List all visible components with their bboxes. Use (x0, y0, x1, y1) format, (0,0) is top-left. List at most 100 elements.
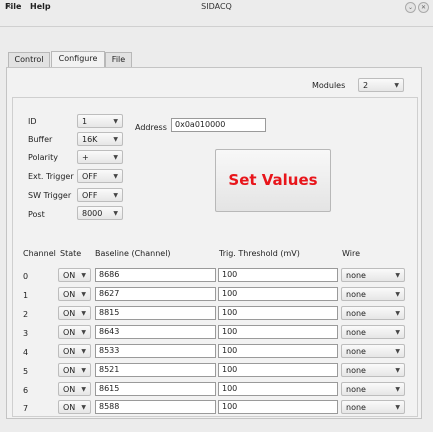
threshold-field[interactable]: 100 (218, 325, 338, 339)
minimize-icon[interactable]: ⌄ (405, 2, 416, 13)
dropdown-arrow-icon: ▼ (395, 272, 400, 279)
dropdown-arrow-icon: ▼ (81, 404, 86, 411)
wire-select[interactable]: none ▼ (341, 268, 405, 282)
dropdown-arrow-icon: ▼ (113, 210, 118, 217)
baseline-field[interactable]: 8686 (95, 268, 216, 282)
threshold-field[interactable]: 100 (218, 344, 338, 358)
dropdown-arrow-icon: ▼ (81, 291, 86, 298)
dropdown-arrow-icon: ▼ (113, 192, 118, 199)
channel-number: 3 (23, 329, 29, 338)
dropdown-arrow-icon: ▼ (395, 404, 400, 411)
state-value: ON (63, 290, 76, 299)
state-select[interactable]: ON ▼ (58, 268, 91, 282)
dropdown-arrow-icon: ▼ (81, 310, 86, 317)
threshold-field[interactable]: 100 (218, 382, 338, 396)
post-select[interactable]: 8000 ▼ (77, 206, 123, 220)
ext-trigger-value: OFF (82, 172, 98, 181)
dropdown-arrow-icon: ▼ (395, 348, 400, 355)
ext-trigger-label: Ext. Trigger (28, 172, 74, 181)
dropdown-arrow-icon: ▼ (81, 348, 86, 355)
dropdown-arrow-icon: ▼ (395, 310, 400, 317)
polarity-select[interactable]: + ▼ (77, 150, 123, 164)
wire-value: none (346, 366, 366, 375)
state-select[interactable]: ON ▼ (58, 306, 91, 320)
wire-select[interactable]: none ▼ (341, 325, 405, 339)
tab-configure[interactable]: Configure (51, 51, 105, 68)
channel-number: 4 (23, 348, 29, 357)
threshold-field[interactable]: 100 (218, 363, 338, 377)
wire-select[interactable]: none ▼ (341, 306, 405, 320)
threshold-field[interactable]: 100 (218, 306, 338, 320)
baseline-field[interactable]: 8521 (95, 363, 216, 377)
baseline-field[interactable]: 8533 (95, 344, 216, 358)
menu-file[interactable]: File (5, 2, 21, 11)
baseline-field[interactable]: 8643 (95, 325, 216, 339)
dropdown-arrow-icon: ▼ (81, 329, 86, 336)
header-state: State (60, 249, 82, 258)
id-select[interactable]: 1 ▼ (77, 114, 123, 128)
header-wire: Wire (342, 249, 360, 258)
ext-trigger-select[interactable]: OFF ▼ (77, 169, 123, 183)
close-icon[interactable]: ✕ (418, 2, 429, 13)
dropdown-arrow-icon: ▼ (113, 136, 118, 143)
modules-select[interactable]: 2 ▼ (358, 78, 404, 92)
sw-trigger-select[interactable]: OFF ▼ (77, 188, 123, 202)
baseline-field[interactable]: 8615 (95, 382, 216, 396)
state-select[interactable]: ON ▼ (58, 400, 91, 414)
baseline-field[interactable]: 8627 (95, 287, 216, 301)
address-label: Address (135, 123, 167, 132)
dropdown-arrow-icon: ▼ (113, 173, 118, 180)
tab-file[interactable]: File (105, 52, 132, 67)
state-value: ON (63, 366, 76, 375)
channel-number: 2 (23, 310, 29, 319)
state-value: ON (63, 403, 76, 412)
wire-select[interactable]: none ▼ (341, 287, 405, 301)
wire-select[interactable]: none ▼ (341, 363, 405, 377)
set-values-button[interactable]: Set Values (215, 149, 331, 212)
state-select[interactable]: ON ▼ (58, 325, 91, 339)
tab-control[interactable]: Control (8, 52, 50, 67)
dropdown-arrow-icon: ▼ (81, 367, 86, 374)
state-select[interactable]: ON ▼ (58, 382, 91, 396)
dropdown-arrow-icon: ▼ (395, 367, 400, 374)
channel-number: 6 (23, 386, 29, 395)
window-title: SIDACQ (201, 2, 232, 11)
buffer-value: 16K (82, 135, 98, 144)
state-value: ON (63, 328, 76, 337)
baseline-field[interactable]: 8588 (95, 400, 216, 414)
state-select[interactable]: ON ▼ (58, 287, 91, 301)
id-value: 1 (82, 117, 88, 126)
dropdown-arrow-icon: ▼ (81, 386, 86, 393)
menu-bar (0, 13, 433, 27)
wire-value: none (346, 309, 366, 318)
dropdown-arrow-icon: ▼ (113, 154, 118, 161)
polarity-value: + (82, 153, 89, 162)
wire-value: none (346, 271, 366, 280)
state-value: ON (63, 347, 76, 356)
wire-value: none (346, 347, 366, 356)
wire-value: none (346, 385, 366, 394)
modules-value: 2 (363, 81, 369, 90)
state-select[interactable]: ON ▼ (58, 363, 91, 377)
wire-select[interactable]: none ▼ (341, 344, 405, 358)
threshold-field[interactable]: 100 (218, 287, 338, 301)
menu-help[interactable]: Help (30, 2, 51, 11)
threshold-field[interactable]: 100 (218, 400, 338, 414)
sw-trigger-value: OFF (82, 191, 98, 200)
id-label: ID (28, 117, 37, 126)
baseline-field[interactable]: 8815 (95, 306, 216, 320)
wire-select[interactable]: none ▼ (341, 400, 405, 414)
post-value: 8000 (82, 209, 103, 218)
dropdown-arrow-icon: ▼ (395, 291, 400, 298)
dropdown-arrow-icon: ▼ (395, 386, 400, 393)
state-select[interactable]: ON ▼ (58, 344, 91, 358)
modules-label: Modules (312, 81, 346, 90)
channel-number: 1 (23, 291, 29, 300)
threshold-field[interactable]: 100 (218, 268, 338, 282)
post-label: Post (28, 210, 45, 219)
channel-number: 7 (23, 404, 29, 413)
wire-select[interactable]: none ▼ (341, 382, 405, 396)
address-field[interactable]: 0x0a010000 (171, 118, 266, 132)
buffer-select[interactable]: 16K ▼ (77, 132, 123, 146)
polarity-label: Polarity (28, 153, 58, 162)
